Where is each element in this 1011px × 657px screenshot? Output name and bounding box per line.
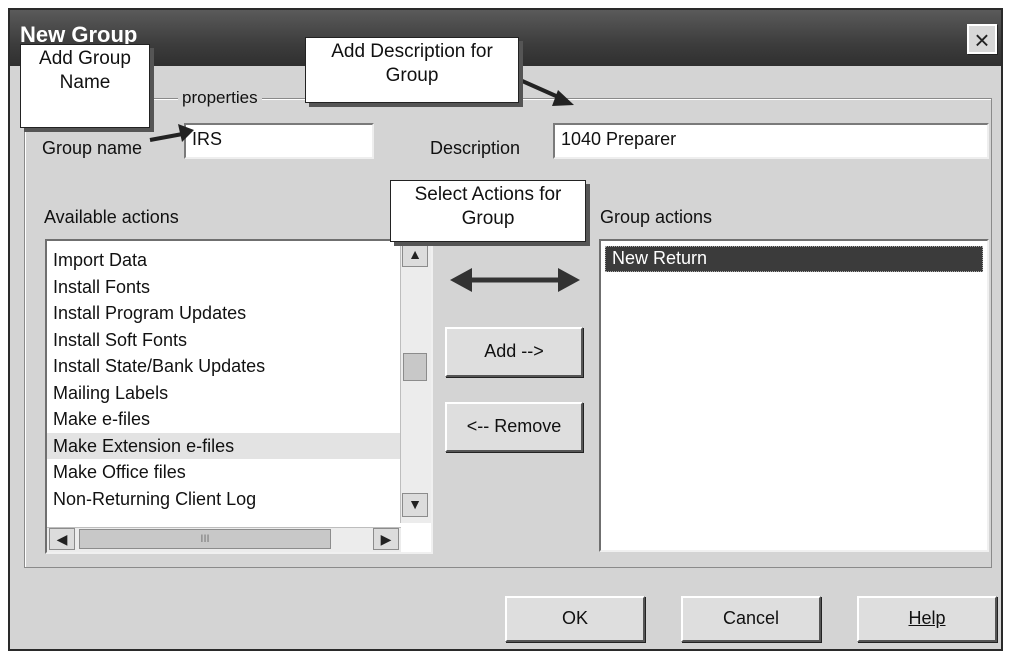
scroll-down-icon[interactable]: ▼ xyxy=(402,493,428,517)
list-item[interactable]: Install Program Updates xyxy=(47,300,401,327)
list-item[interactable]: Make Extension e-files xyxy=(47,432,401,459)
list-item[interactable]: Install Soft Fonts xyxy=(47,327,401,354)
list-item[interactable]: Install State/Bank Updates xyxy=(47,353,401,380)
list-item-selected[interactable]: New Return xyxy=(605,246,983,272)
group-name-label: Group name xyxy=(42,138,143,158)
callout-add-description: Add Description for Group xyxy=(305,37,519,103)
ok-button[interactable]: OK xyxy=(505,596,645,642)
scroll-right-icon[interactable]: ▶ xyxy=(373,528,399,550)
close-icon: × xyxy=(974,25,990,55)
help-button[interactable]: Help xyxy=(857,596,997,642)
cancel-button[interactable]: Cancel xyxy=(681,596,821,642)
group-name-input[interactable]: IRS xyxy=(184,123,374,159)
list-item[interactable]: Mailing Labels xyxy=(47,380,401,407)
close-button[interactable]: × xyxy=(967,24,997,54)
list-item[interactable]: Install Fonts xyxy=(47,274,401,301)
list-item[interactable]: Non-Returning Client Log xyxy=(47,486,401,513)
list-item[interactable]: Make Office files xyxy=(47,459,401,486)
callout-add-group-name: Add Group Name xyxy=(20,44,150,128)
new-group-dialog: New Group × properties Group name IRS De… xyxy=(8,8,1003,651)
group-actions-label: Group actions xyxy=(600,207,713,227)
list-item[interactable]: Import Data xyxy=(47,247,401,274)
add-button[interactable]: Add --> xyxy=(445,327,583,377)
available-actions-label: Available actions xyxy=(44,207,179,227)
horizontal-scroll-thumb[interactable]: III xyxy=(79,529,331,549)
callout-select-actions: Select Actions for Group xyxy=(390,180,586,242)
group-actions-list[interactable]: New Return xyxy=(599,239,989,552)
available-actions-list[interactable]: Import Data Install Fonts Install Progra… xyxy=(45,239,433,554)
list-item[interactable]: Make e-files xyxy=(47,406,401,433)
groupbox-legend: properties xyxy=(178,88,262,108)
scroll-up-icon[interactable]: ▲ xyxy=(402,243,428,267)
description-input[interactable]: 1040 Preparer xyxy=(553,123,989,159)
horizontal-scrollbar[interactable]: ◀ III ▶ xyxy=(47,527,401,552)
scroll-left-icon[interactable]: ◀ xyxy=(49,528,75,550)
description-label: Description xyxy=(430,138,521,158)
vertical-scroll-thumb[interactable] xyxy=(403,353,427,381)
vertical-scrollbar[interactable]: ▲ ▼ xyxy=(400,241,431,523)
remove-button[interactable]: <-- Remove xyxy=(445,402,583,452)
